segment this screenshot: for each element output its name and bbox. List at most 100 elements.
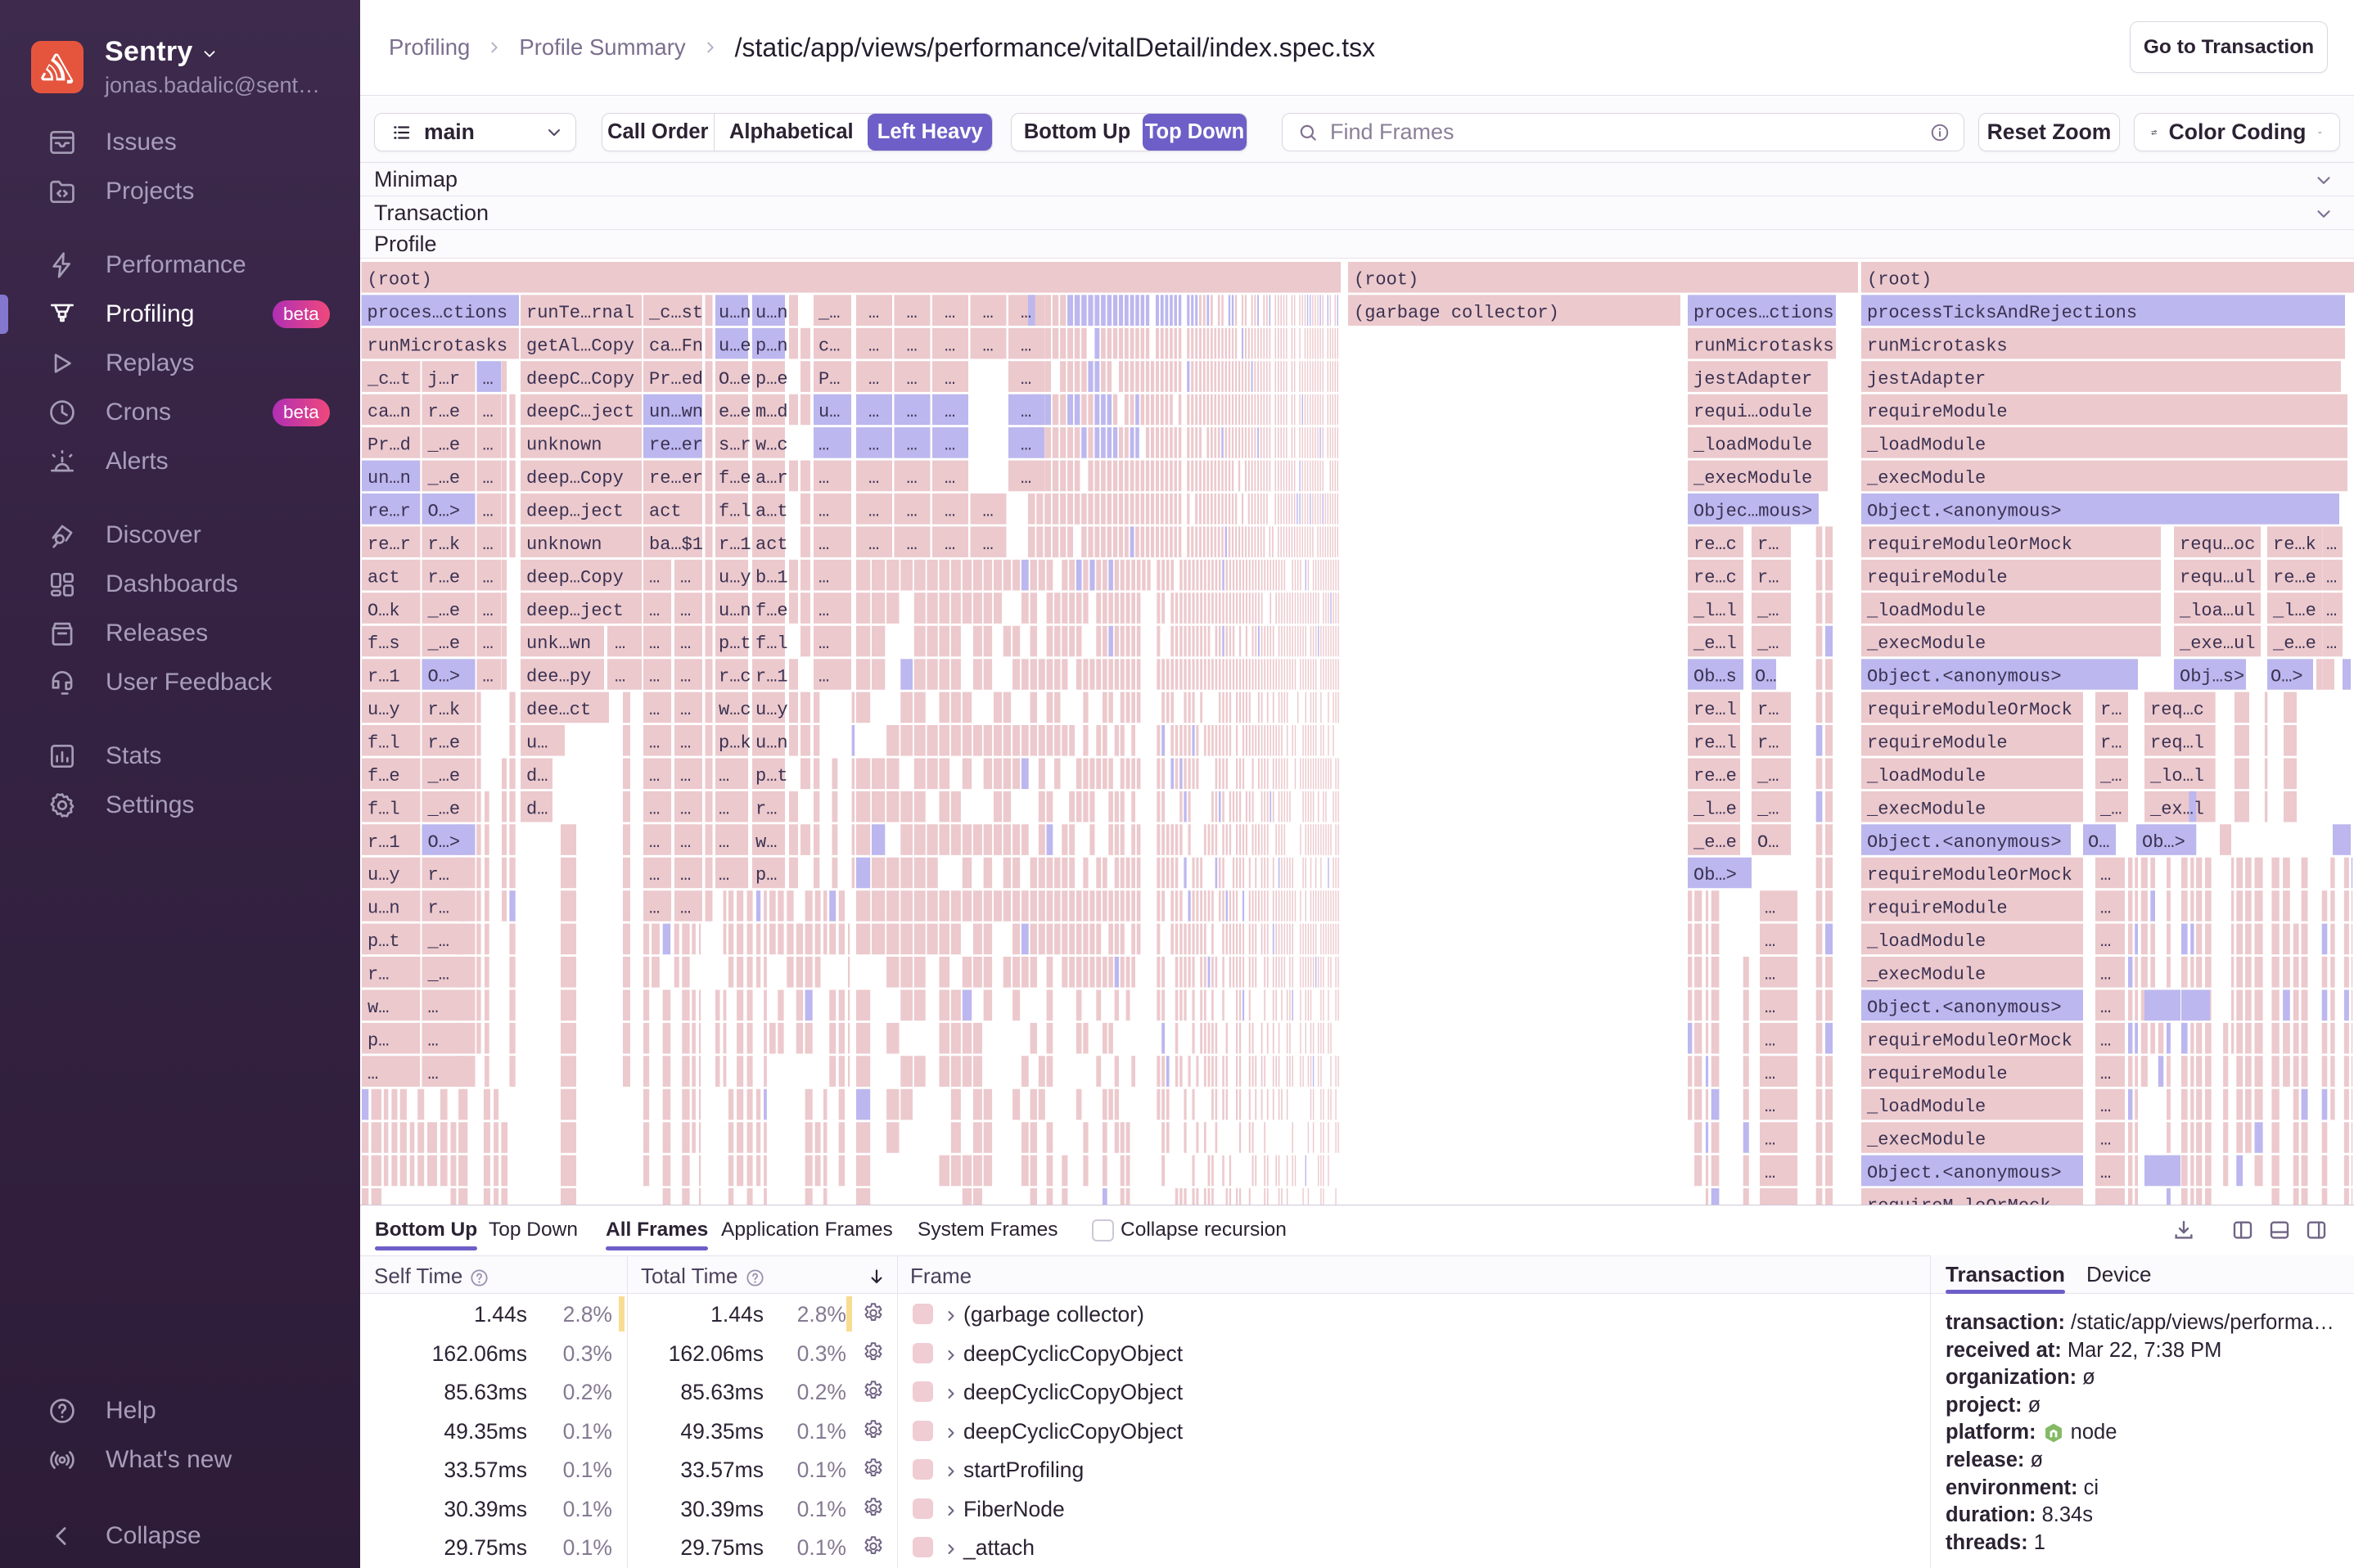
svg-text:…: … <box>907 502 918 522</box>
svg-text:_l…e: _l…e <box>2272 601 2316 621</box>
svg-text:u…: u… <box>526 733 548 754</box>
svg-text:u…: u… <box>818 402 840 422</box>
svg-text:deepC…Copy: deepC…Copy <box>526 369 634 390</box>
svg-text:r…1: r…1 <box>719 534 751 555</box>
svg-text:Object.<anonymous>: Object.<anonymous> <box>1867 998 2062 1018</box>
svg-text:…: … <box>483 601 494 621</box>
svg-text:…: … <box>428 1064 439 1084</box>
svg-text:f…l: f…l <box>368 799 400 819</box>
svg-text:_…: _… <box>1756 799 1779 819</box>
svg-text:d…: d… <box>526 799 548 819</box>
svg-text:…: … <box>368 1064 378 1084</box>
svg-text:_loadModule: _loadModule <box>1693 435 1812 456</box>
svg-text:…: … <box>719 865 729 885</box>
svg-text:r…e: r…e <box>428 733 461 754</box>
svg-text:_execModule: _execModule <box>1866 965 1986 985</box>
svg-text:…: … <box>428 998 439 1018</box>
svg-text:…: … <box>945 402 955 422</box>
svg-text:…: … <box>983 336 994 356</box>
svg-text:…: … <box>945 468 955 489</box>
svg-text:jestAdapter: jestAdapter <box>1693 369 1812 390</box>
svg-text:runMicrotasks: runMicrotasks <box>368 336 508 356</box>
svg-text:…: … <box>2100 1196 2111 1205</box>
svg-text:runMicrotasks: runMicrotasks <box>1867 336 2008 356</box>
svg-text:…: … <box>868 402 879 422</box>
svg-text:(root): (root) <box>1354 270 1418 291</box>
svg-text:deepC…ject: deepC…ject <box>526 402 634 422</box>
svg-text:…: … <box>907 402 918 422</box>
svg-text:…: … <box>483 502 494 522</box>
svg-text:_execModule: _execModule <box>1866 633 1986 654</box>
svg-text:Object.<anonymous>: Object.<anonymous> <box>1867 502 2062 522</box>
svg-text:_exe…ul: _exe…ul <box>2179 633 2255 654</box>
svg-text:deep…ject: deep…ject <box>526 601 624 621</box>
svg-text:…: … <box>649 601 660 621</box>
svg-text:…: … <box>945 336 955 356</box>
svg-text:_l…e: _l…e <box>1693 799 1737 819</box>
svg-text:r…1: r…1 <box>368 832 400 853</box>
svg-text:_…: _… <box>818 303 840 323</box>
svg-text:…: … <box>983 303 994 323</box>
svg-text:O…: O… <box>1755 667 1776 687</box>
svg-text:_c…st: _c…st <box>648 303 703 323</box>
svg-text:re…c: re…c <box>1693 567 1737 588</box>
svg-text:_loa…ul: _loa…ul <box>2179 601 2255 621</box>
svg-text:…: … <box>1021 402 1031 422</box>
svg-text:w…: w… <box>368 998 389 1018</box>
svg-text:…: … <box>680 832 691 853</box>
svg-text:processTicksAndRejections: processTicksAndRejections <box>1867 303 2137 323</box>
svg-text:…: … <box>649 766 660 786</box>
svg-text:Obj…s>: Obj…s> <box>2180 667 2244 687</box>
svg-text:…: … <box>680 733 691 754</box>
svg-text:Ob…>: Ob…> <box>1693 865 1737 885</box>
svg-text:re…er: re…er <box>649 435 703 456</box>
svg-text:O…>: O…> <box>428 667 461 687</box>
svg-text:u…e: u…e <box>719 336 751 356</box>
svg-text:unknown: unknown <box>526 534 602 555</box>
svg-text:requireModule: requireModule <box>1867 567 2008 588</box>
svg-text:deep…Copy: deep…Copy <box>526 567 624 588</box>
svg-text:r…: r… <box>428 899 449 919</box>
svg-text:requireModuleOrMock: requireModuleOrMock <box>1867 865 2072 885</box>
svg-text:m…d: m…d <box>755 402 788 422</box>
svg-text:f…e: f…e <box>719 468 751 489</box>
svg-text:…: … <box>868 435 879 456</box>
svg-text:…: … <box>818 633 829 654</box>
svg-text:…: … <box>2326 601 2337 621</box>
svg-text:…: … <box>907 369 918 390</box>
svg-text:…: … <box>1021 336 1031 356</box>
svg-text:…: … <box>483 567 494 588</box>
svg-text:…: … <box>868 534 879 555</box>
svg-text:r…: r… <box>2100 733 2122 754</box>
svg-text:unk…wn: unk…wn <box>526 633 591 654</box>
svg-text:_execModule: _execModule <box>1866 799 1986 819</box>
svg-text:r…: r… <box>428 865 449 885</box>
svg-text:…: … <box>2100 1097 2111 1117</box>
svg-text:…: … <box>983 502 994 522</box>
svg-text:j…r: j…r <box>428 369 461 390</box>
svg-text:f…e: f…e <box>755 601 788 621</box>
svg-text:…: … <box>680 899 691 919</box>
svg-text:requireModule: requireModule <box>1867 402 2008 422</box>
svg-text:…: … <box>1765 965 1775 985</box>
svg-text:O…>: O…> <box>428 832 461 853</box>
svg-text:un…n: un…n <box>368 468 411 489</box>
svg-text:…: … <box>2100 1130 2111 1151</box>
svg-text:ca…Fn: ca…Fn <box>649 336 703 356</box>
svg-text:…: … <box>2100 899 2111 919</box>
svg-text:…: … <box>1765 998 1775 1018</box>
svg-text:…: … <box>945 534 955 555</box>
svg-text:r…k: r…k <box>428 700 461 720</box>
svg-text:f…l: f…l <box>719 502 751 522</box>
svg-text:…: … <box>945 435 955 456</box>
svg-text:r…k: r…k <box>428 534 461 555</box>
svg-text:_c…t: _c…t <box>367 369 411 390</box>
svg-text:…: … <box>680 766 691 786</box>
svg-text:w…c: w…c <box>719 700 751 720</box>
svg-text:r…e: r…e <box>428 402 461 422</box>
svg-text:…: … <box>680 567 691 588</box>
svg-text:…: … <box>649 899 660 919</box>
svg-text:_l…l: _l…l <box>1693 601 1737 621</box>
svg-text:_…e: _…e <box>427 799 461 819</box>
svg-text:u…y: u…y <box>368 700 400 720</box>
